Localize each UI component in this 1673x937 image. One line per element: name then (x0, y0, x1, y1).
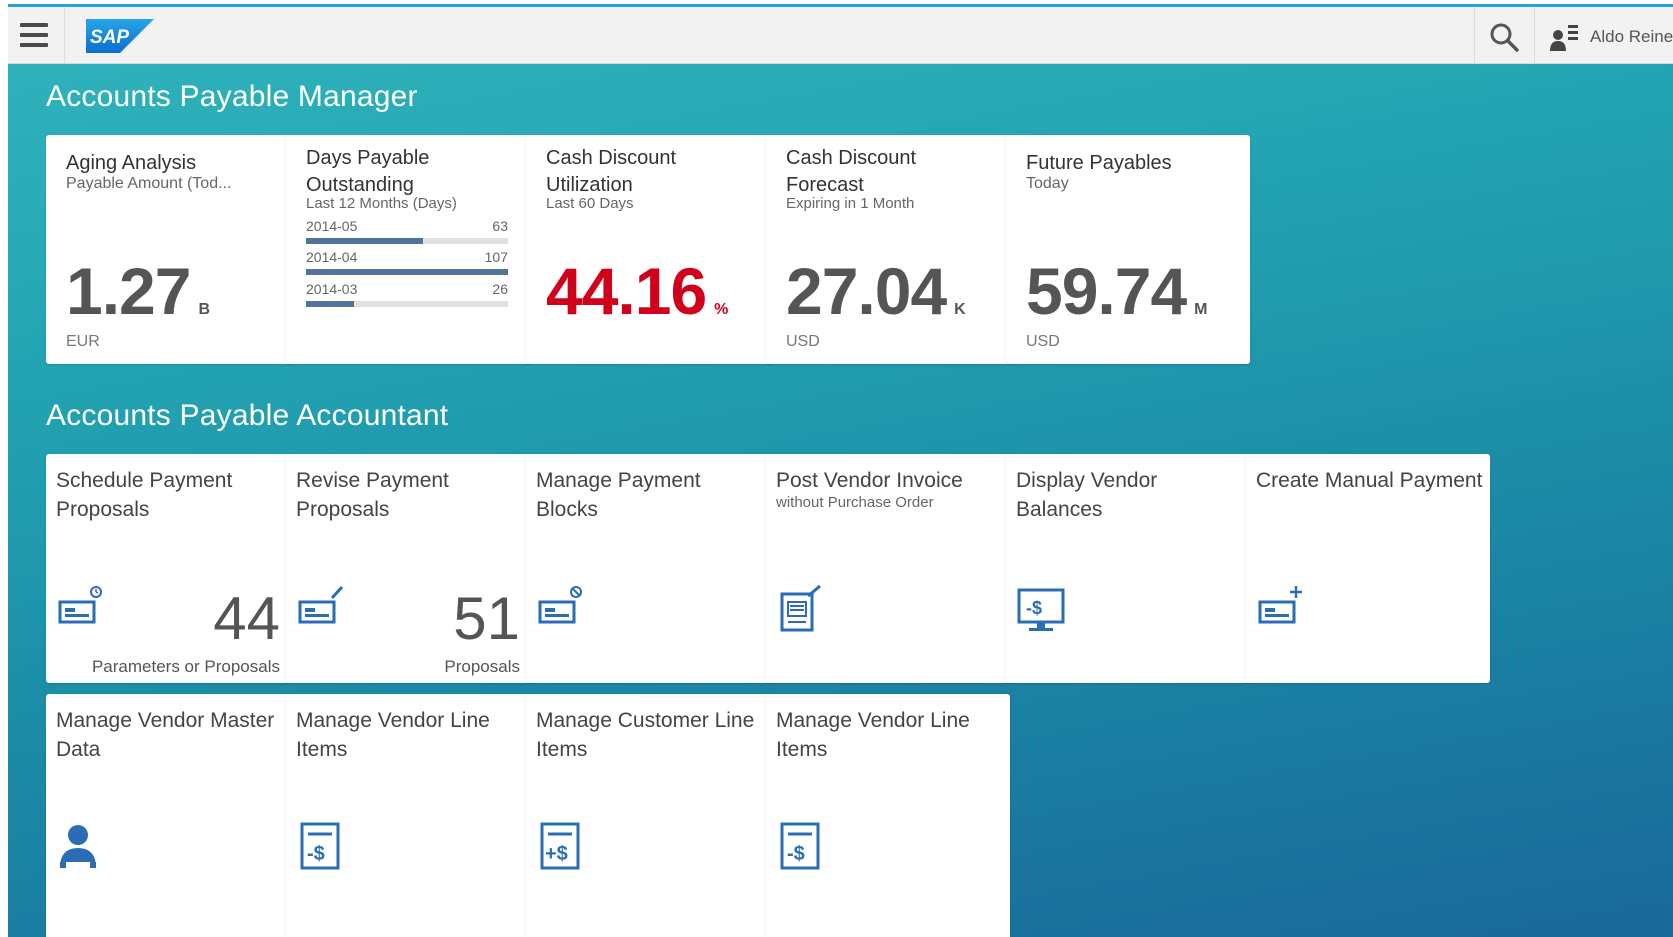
tile-subtitle: Payable Amount (Tod... (66, 175, 232, 192)
user-name[interactable]: Aldo Reine (1590, 27, 1673, 47)
menu-icon[interactable] (20, 23, 48, 47)
shell-header: SAP Aldo Reine (8, 7, 1673, 64)
svg-text:-$: -$ (787, 843, 805, 865)
row-bar-fill (306, 269, 508, 275)
row-value: 63 (492, 218, 508, 234)
svg-text:-$: -$ (1026, 598, 1042, 618)
tile-display-vendor-balances[interactable]: Display Vendor Balances -$ (1006, 454, 1250, 683)
row-bar-fill (306, 301, 355, 307)
document-plus-dollar-icon: +$ (540, 822, 580, 870)
tile-count: 44 (213, 585, 280, 652)
tile-subtitle: Expiring in 1 Month (786, 195, 915, 212)
tile-title: Post Vendor Invoice (776, 469, 963, 492)
tile-title: Create Manual Payment (1256, 469, 1483, 492)
tile-post-vendor-invoice[interactable]: Post Vendor Invoice without Purchase Ord… (766, 454, 1010, 683)
tile-subtitle: Last 60 Days (546, 195, 634, 212)
tile-create-manual-payment[interactable]: Create Manual Payment (1246, 454, 1490, 683)
tile-title: Future Payables (1026, 152, 1172, 174)
tile-title: Aging Analysis (66, 152, 197, 174)
kpi-unit: USD (1026, 333, 1060, 350)
document-minus-dollar-icon: -$ (780, 822, 820, 870)
kpi-value: 59.74 M (1026, 254, 1208, 328)
kpi-unit: USD (786, 333, 820, 350)
tile-schedule-payment-proposals[interactable]: Schedule Payment Proposals 44 Parameters… (46, 454, 290, 683)
payment-block-icon (538, 586, 582, 624)
tile-subtitle: Last 12 Months (Days) (306, 195, 457, 212)
row-bar-fill (306, 238, 424, 244)
header-separator (64, 7, 65, 64)
tile-days-payable-outstanding[interactable]: Days Payable Outstanding Last 12 Months … (286, 135, 530, 364)
row-value: 107 (484, 249, 508, 265)
launchpad-canvas: Accounts Payable Manager Aging Analysis … (8, 64, 1673, 937)
tile-manage-customer-line-items[interactable]: Manage Customer Line Items +$ (526, 694, 770, 937)
tile-manage-vendor-line-items[interactable]: Manage Vendor Line Items -$ (286, 694, 530, 937)
row-bar-track (306, 269, 508, 275)
tile-title: Manage Vendor Line Items (296, 709, 490, 761)
tile-manage-vendor-line-items-2[interactable]: Manage Vendor Line Items -$ (766, 694, 1010, 937)
tile-title: Days Payable Outstanding (306, 147, 430, 196)
kpi-unit: EUR (66, 333, 100, 350)
tile-title: Manage Vendor Line Items (776, 709, 970, 761)
tile-revise-payment-proposals[interactable]: Revise Payment Proposals 51 Proposals (286, 454, 530, 683)
row-bar-track (306, 301, 508, 307)
row-label: 2014-04 (306, 249, 358, 265)
group-title-manager: Accounts Payable Manager (46, 80, 418, 113)
tile-count: 51 (453, 585, 520, 652)
payment-edit-icon (298, 585, 344, 624)
tile-title: Revise Payment Proposals (296, 469, 449, 521)
row-label: 2014-03 (306, 281, 358, 297)
tile-title: Manage Customer Line Items (536, 709, 755, 761)
payment-schedule-icon (58, 586, 102, 624)
kpi-value: 44.16% (546, 254, 728, 328)
tile-future-payables[interactable]: Future Payables Today 59.74 M USD (1006, 135, 1250, 364)
payment-add-icon (1258, 586, 1302, 624)
tile-cash-discount-forecast[interactable]: Cash Discount Forecast Expiring in 1 Mon… (766, 135, 1010, 364)
tile-aging-analysis[interactable]: Aging Analysis Payable Amount (Tod... 1.… (46, 135, 290, 364)
person-icon (60, 825, 96, 868)
tile-subtitle: Today (1026, 175, 1069, 192)
svg-text:SAP: SAP (90, 27, 129, 48)
user-icon[interactable] (1548, 21, 1582, 53)
tile-manage-vendor-master-data[interactable]: Manage Vendor Master Data (46, 694, 290, 937)
kpi-value: 1.27 B (66, 254, 210, 328)
tile-title: Cash Discount Forecast (786, 147, 917, 196)
group-title-accountant: Accounts Payable Accountant (46, 399, 449, 432)
row-label: 2014-05 (306, 218, 358, 234)
document-minus-dollar-icon: -$ (300, 822, 340, 870)
svg-text:-$: -$ (307, 843, 325, 865)
tile-manage-payment-blocks[interactable]: Manage Payment Blocks (526, 454, 770, 683)
row-bar-track (306, 238, 508, 244)
tile-title: Manage Vendor Master Data (56, 709, 275, 761)
header-separator (1534, 7, 1535, 64)
tile-info: Parameters or Proposals (91, 657, 280, 676)
kpi-value: 27.04 K (786, 254, 966, 328)
tile-title: Display Vendor Balances (1016, 469, 1158, 521)
tile-title: Cash Discount Utilization (546, 147, 677, 196)
header-separator (1474, 7, 1475, 64)
row-value: 26 (492, 281, 508, 297)
tile-subtitle: without Purchase Order (776, 494, 934, 511)
tile-title: Manage Payment Blocks (536, 469, 701, 521)
tile-cash-discount-utilization[interactable]: Cash Discount Utilization Last 60 Days 4… (526, 135, 770, 364)
tile-info: Proposals (444, 657, 520, 676)
search-icon[interactable] (1488, 21, 1520, 53)
invoice-post-icon (780, 584, 821, 632)
monitor-balance-icon: -$ (1017, 588, 1065, 631)
svg-text:+$: +$ (545, 843, 568, 865)
sap-logo[interactable]: SAP (86, 19, 154, 53)
tile-title: Schedule Payment Proposals (56, 469, 233, 521)
